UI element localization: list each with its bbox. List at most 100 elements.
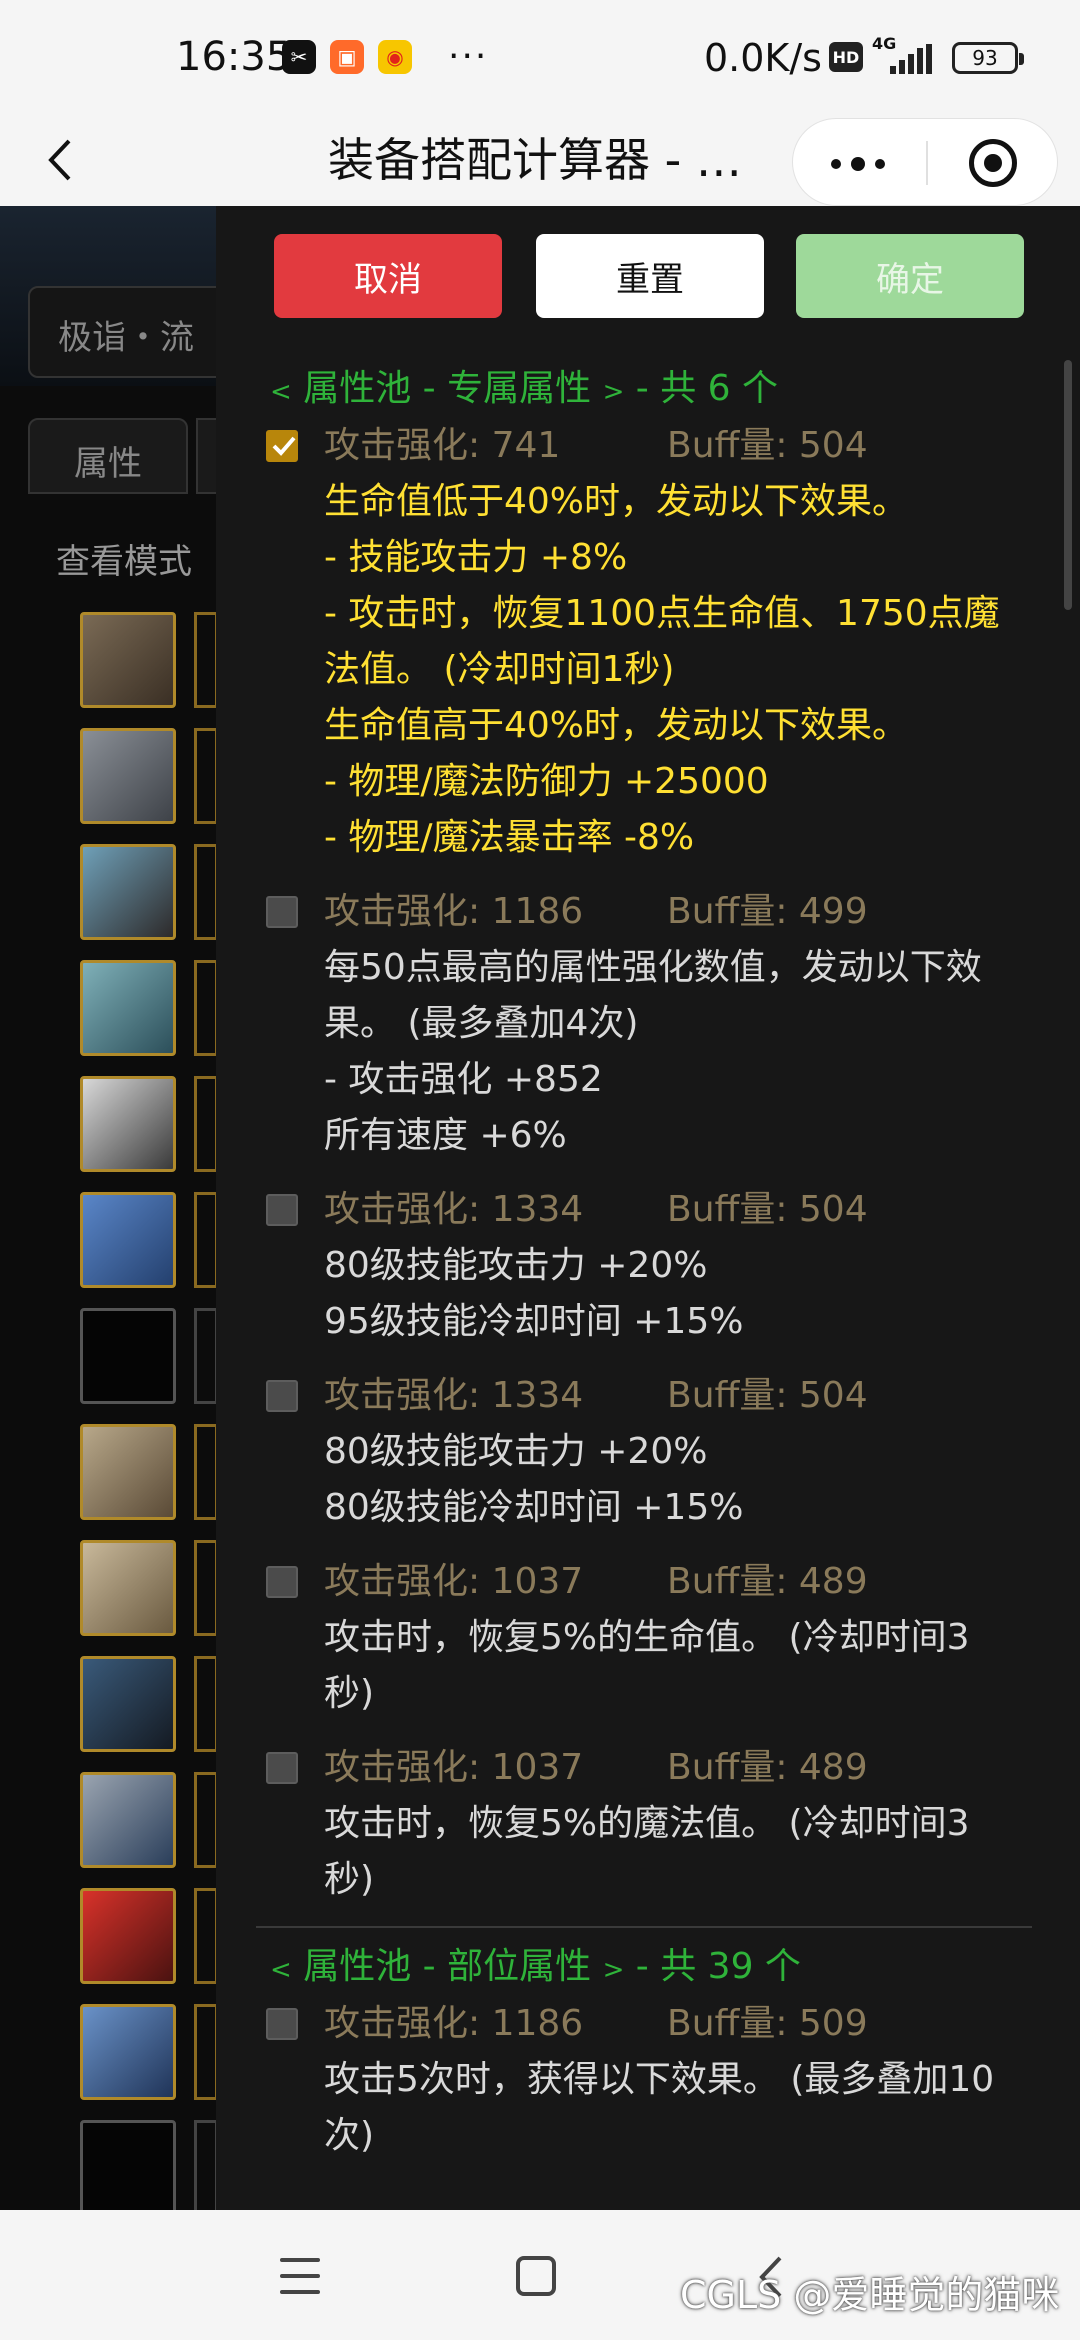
attack-value: 攻击强化: 1186: [324, 2003, 584, 2044]
effect-line: 果。 (最多叠加4次): [324, 1003, 639, 1044]
effect-line: - 物理/魔法暴击率 -8%: [324, 817, 695, 858]
checkbox[interactable]: [266, 1380, 298, 1412]
checkbox[interactable]: [266, 896, 298, 928]
equipment-slot-edge: [194, 1076, 218, 1172]
option-stats: 攻击强化: 1037 Buff量: 489: [324, 1740, 1056, 1796]
scrollbar-thumb[interactable]: [1064, 360, 1072, 610]
equipment-slot-edge: [194, 844, 218, 940]
reset-button[interactable]: 重置: [536, 234, 764, 318]
effect-line: 80级技能攻击力 +20%: [324, 1431, 708, 1472]
equipment-slot-edge: [194, 1656, 218, 1752]
back-button[interactable]: [30, 130, 90, 190]
attribute-select-panel: 取消 重置 确定 < 属性池 - 专属属性 > - 共 6 个攻击强化: 741…: [216, 206, 1080, 2210]
status-bar: 16:35 ✂ ▣ ◉ ··· 0.0K/s HD 4G 93: [0, 0, 1080, 118]
buff-value: Buff量: 504: [667, 1189, 868, 1230]
effect-line: 生命值低于40%时，发动以下效果。: [324, 481, 909, 522]
menu-button[interactable]: [280, 2258, 320, 2294]
section-name: 属性池 - 专属属性: [291, 368, 603, 409]
equipment-slot-edge: [194, 1540, 218, 1636]
equipment-slot-edge: [194, 1888, 218, 1984]
effect-line: 秒): [324, 1673, 375, 1714]
attribute-option[interactable]: 攻击强化: 741 Buff量: 504 生命值低于40%时，发动以下效果。 - 技能…: [216, 418, 1056, 866]
option-stats: 攻击强化: 1334 Buff量: 504: [324, 1182, 1056, 1238]
title-bar: 装备搭配计算器 - …: [0, 118, 1080, 206]
confirm-button[interactable]: 确定: [796, 234, 1024, 318]
attribute-option[interactable]: 攻击强化: 1037 Buff量: 489 攻击时，恢复5%的魔法值。 (冷却时间3…: [216, 1740, 1056, 1908]
equipment-slot-edge: [194, 1772, 218, 1868]
attack-value: 攻击强化: 1037: [324, 1747, 584, 1788]
tab-attributes: 属性: [28, 418, 188, 494]
effect-line: 次): [324, 2115, 375, 2156]
mini-program-capsule: [792, 118, 1058, 206]
home-button[interactable]: [516, 2256, 556, 2296]
equipment-slot: [80, 612, 176, 708]
equipment-slot-edge: [194, 728, 218, 824]
section-title[interactable]: < 属性池 - 专属属性 > - 共 6 个: [216, 360, 1056, 418]
equipment-slot: [80, 1424, 176, 1520]
effect-line: 攻击5次时，获得以下效果。 (最多叠加10: [324, 2059, 995, 2100]
checkbox-checked[interactable]: [266, 430, 298, 462]
option-stats: 攻击强化: 1334 Buff量: 504: [324, 1368, 1056, 1424]
close-mini-program-button[interactable]: [969, 139, 1017, 187]
effect-line: 80级技能冷却时间 +15%: [324, 1487, 744, 1528]
buff-value: Buff量: 499: [667, 891, 868, 932]
capsule-divider: [926, 141, 928, 185]
more-notifications-icon: ···: [448, 36, 489, 77]
option-stats: 攻击强化: 1186 Buff量: 509: [324, 1996, 1056, 2052]
equipment-slot: [80, 728, 176, 824]
section-divider: [256, 1926, 1032, 1928]
status-app-icons: ✂ ▣ ◉ ···: [282, 36, 489, 77]
effect-line: 每50点最高的属性强化数值，发动以下效: [324, 947, 982, 988]
equipment-slot-edge: [194, 612, 218, 708]
battery-icon: 93: [952, 42, 1024, 74]
more-button[interactable]: [831, 157, 885, 171]
attribute-option[interactable]: 攻击强化: 1334 Buff量: 504 80级技能攻击力 +20% 95级技能冷却…: [216, 1182, 1056, 1350]
attack-value: 攻击强化: 1334: [324, 1189, 584, 1230]
effect-line: 秒): [324, 1859, 375, 1900]
video-app-icon: ▣: [330, 40, 364, 74]
effect-line: 攻击时，恢复5%的生命值。 (冷却时间3: [324, 1617, 970, 1658]
section-count: - 共 6 个: [624, 368, 779, 409]
effect-line: - 攻击时，恢复1100点生命值、1750点魔: [324, 593, 1000, 634]
checkbox[interactable]: [266, 2008, 298, 2040]
checkbox[interactable]: [266, 1566, 298, 1598]
equipment-slot-edge: [194, 2120, 218, 2216]
attack-value: 攻击强化: 1037: [324, 1561, 584, 1602]
section-count: - 共 39 个: [624, 1946, 801, 1987]
collapse-left-icon: <: [270, 1955, 292, 1985]
collapse-left-icon: <: [270, 377, 292, 407]
collapse-right-icon: >: [602, 377, 625, 407]
equipment-slot-edge: [194, 2004, 218, 2100]
equipment-slot-edge: [194, 1308, 218, 1404]
page-title: 装备搭配计算器 - …: [328, 133, 742, 187]
equipment-slot-edge: [194, 960, 218, 1056]
effect-line: 法值。 (冷却时间1秒): [324, 649, 675, 690]
checkbox[interactable]: [266, 1752, 298, 1784]
option-stats: 攻击强化: 1186 Buff量: 499: [324, 884, 1056, 940]
attribute-option[interactable]: 攻击强化: 1186 Buff量: 509 攻击5次时，获得以下效果。 (最多叠加1…: [216, 1996, 1056, 2164]
effect-line: - 物理/魔法防御力 +25000: [324, 761, 769, 802]
attribute-option[interactable]: 攻击强化: 1334 Buff量: 504 80级技能攻击力 +20% 80级技能冷却…: [216, 1368, 1056, 1536]
hd-icon: HD: [829, 42, 863, 72]
equipment-slot: [80, 1888, 176, 1984]
buff-value: Buff量: 489: [667, 1561, 868, 1602]
buff-value: Buff量: 504: [667, 1375, 868, 1416]
attribute-option[interactable]: 攻击强化: 1186 Buff量: 499 每50点最高的属性强化数值，发动以下效果…: [216, 884, 1056, 1164]
attack-value: 攻击强化: 1186: [324, 891, 584, 932]
attribute-option[interactable]: 攻击强化: 1037 Buff量: 489 攻击时，恢复5%的生命值。 (冷却时间3…: [216, 1554, 1056, 1722]
collapse-right-icon: >: [602, 1955, 625, 1985]
signal-icon: [890, 44, 932, 74]
watermark: CGLS @爱睡觉的猫咪: [680, 2273, 1060, 2317]
equipment-slot-edge: [194, 1192, 218, 1288]
checkbox[interactable]: [266, 1194, 298, 1226]
equipment-slot: [80, 2004, 176, 2100]
section-title[interactable]: < 属性池 - 部位属性 > - 共 39 个: [216, 1938, 1056, 1996]
section-name: 属性池 - 部位属性: [291, 1946, 603, 1987]
equipment-slot: [80, 1772, 176, 1868]
system-navigation-bar: CGLS @爱睡觉的猫咪: [0, 2210, 1080, 2340]
buff-value: Buff量: 509: [667, 2003, 868, 2044]
effect-line: 攻击时，恢复5%的魔法值。 (冷却时间3: [324, 1803, 970, 1844]
equipment-slot: [80, 844, 176, 940]
effect-line: 生命值高于40%时，发动以下效果。: [324, 705, 909, 746]
cancel-button[interactable]: 取消: [274, 234, 502, 318]
